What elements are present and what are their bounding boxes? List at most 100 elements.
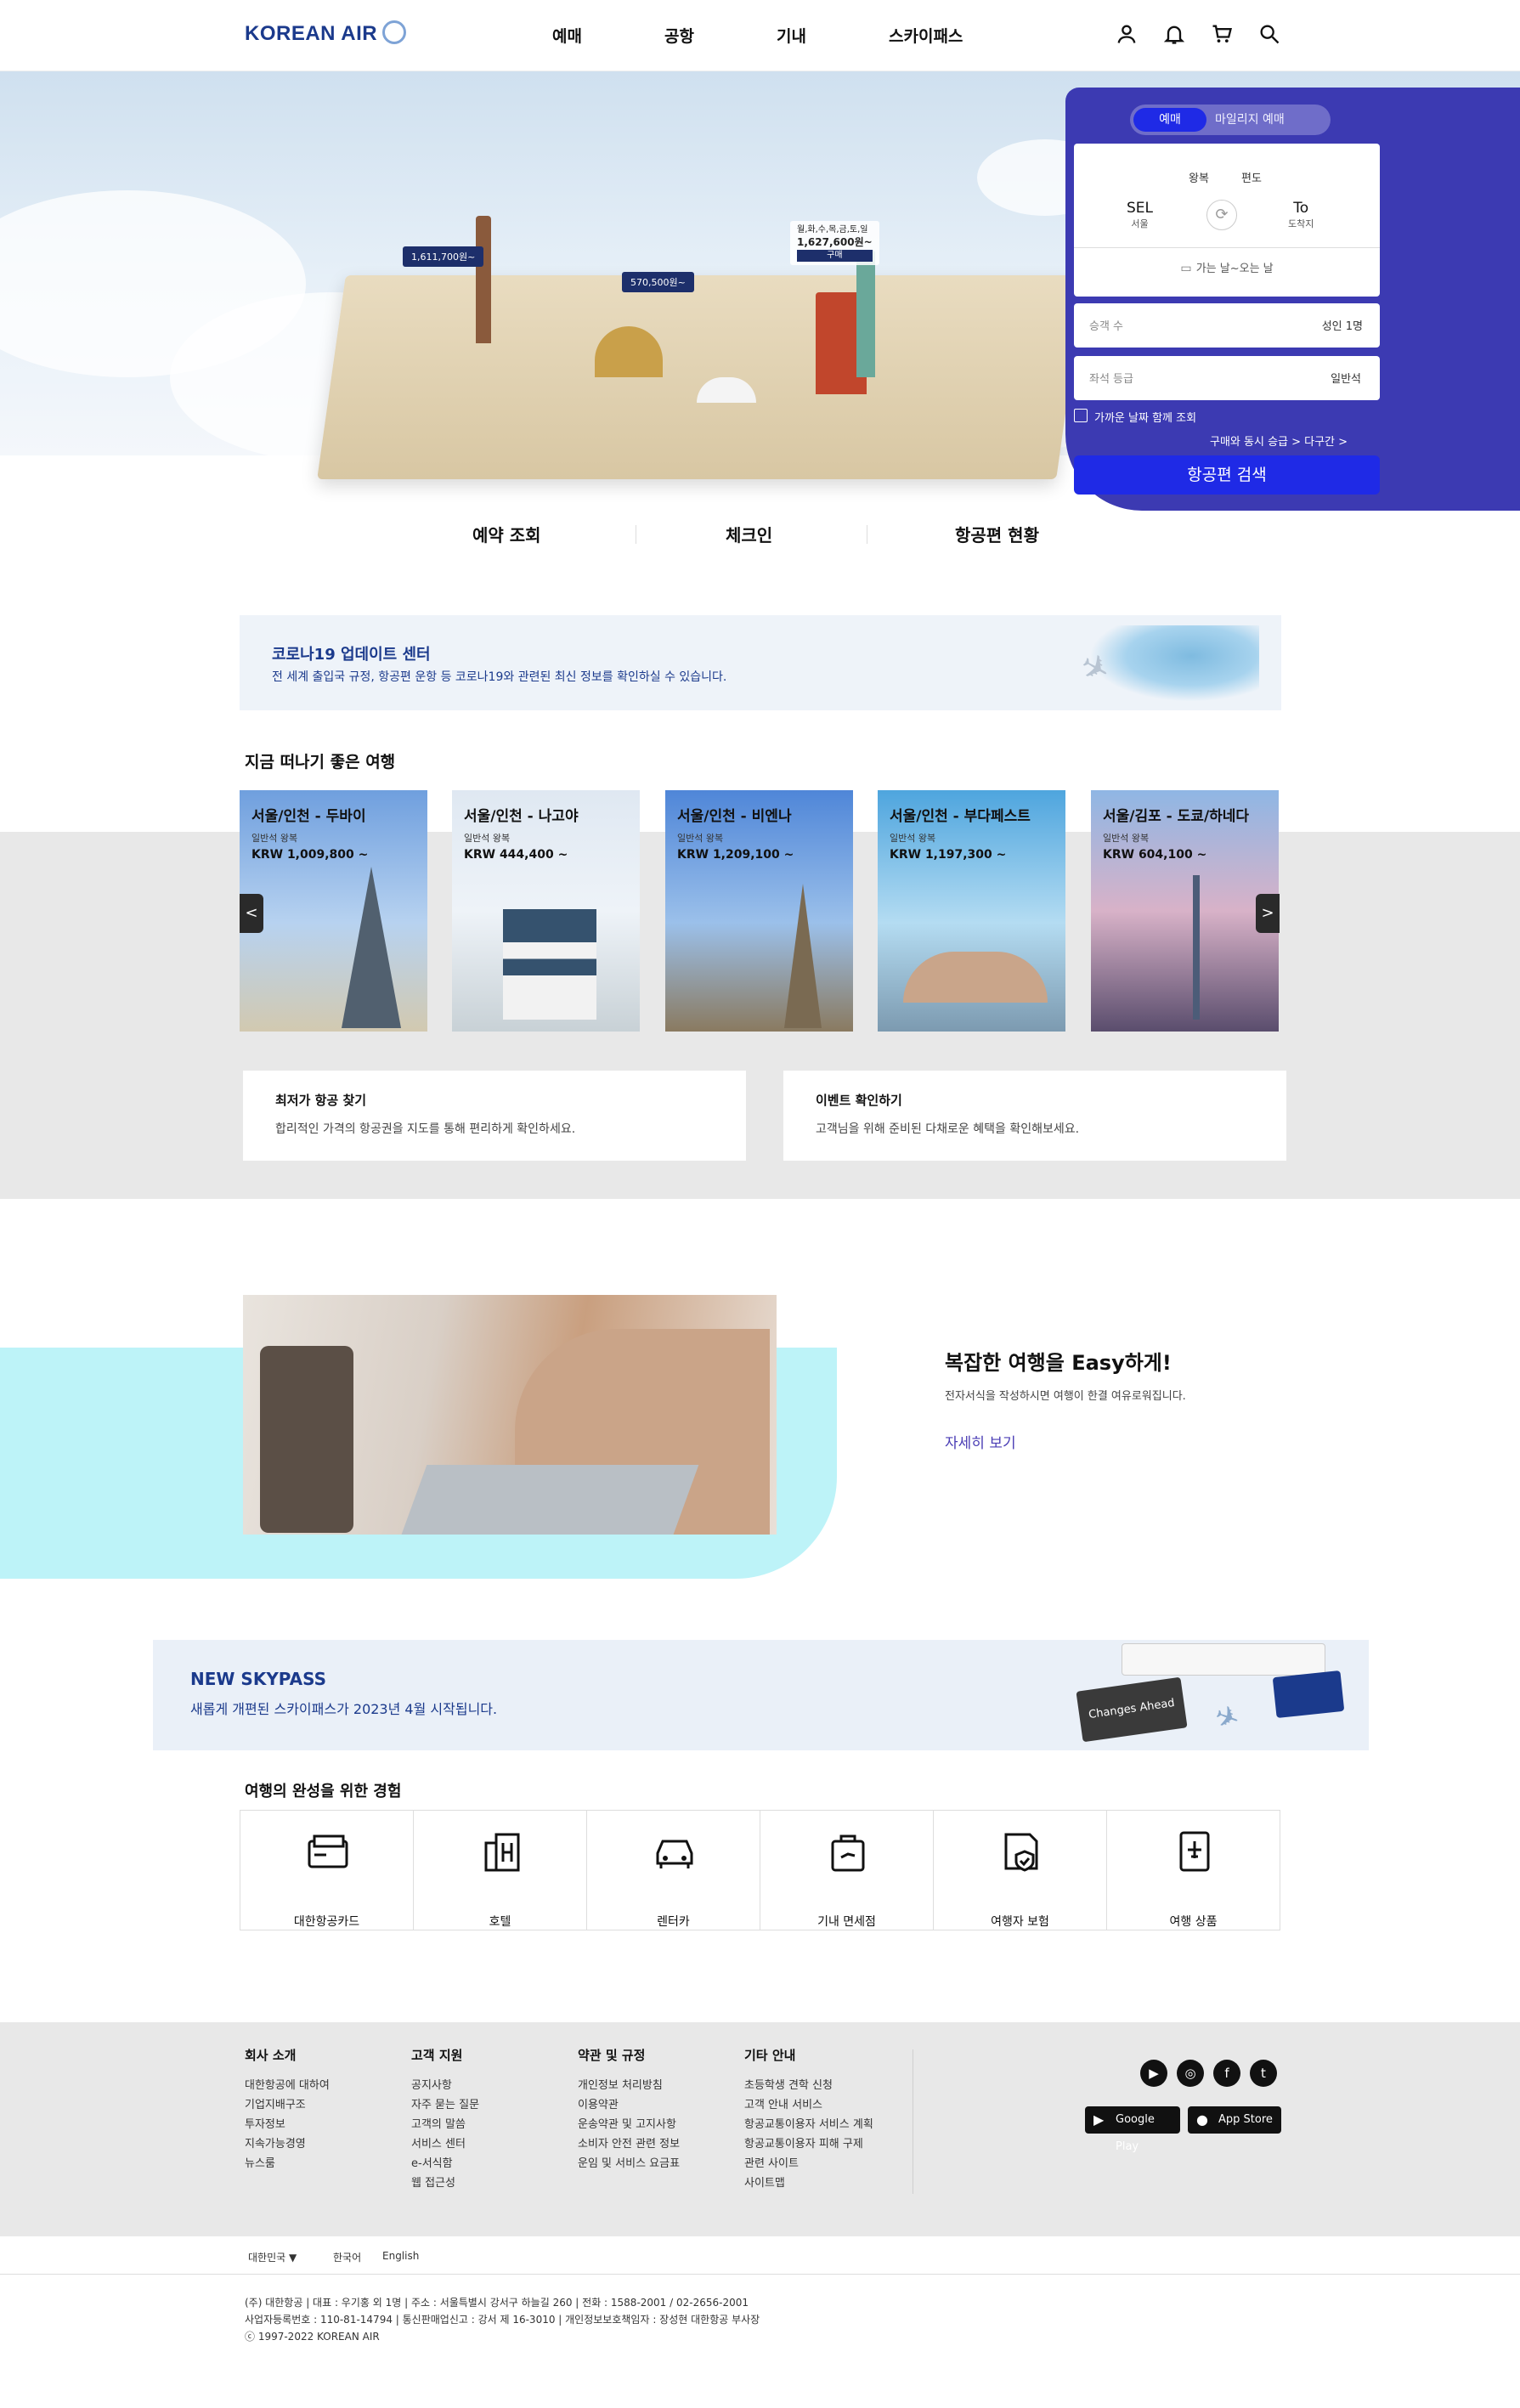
- footer-link[interactable]: 운송약관 및 고지사항: [578, 2115, 680, 2134]
- footer-link[interactable]: 투자정보: [245, 2115, 330, 2134]
- price-tag-india[interactable]: 570,500원~: [622, 272, 694, 292]
- travel-package-icon: [1179, 1831, 1210, 1872]
- footer-link[interactable]: 고객 안내 서비스: [744, 2095, 873, 2115]
- tab-booking[interactable]: 예매: [1133, 108, 1206, 132]
- credit-card-icon: [308, 1834, 348, 1868]
- passenger-field[interactable]: 승객 수 성인 1명: [1074, 303, 1380, 348]
- trips-heading: 지금 떠나기 좋은 여행: [245, 753, 396, 772]
- destination-selector[interactable]: To 도착지: [1288, 200, 1314, 230]
- trip-card-vienna[interactable]: 서울/인천 - 비엔나 일반석 왕복 KRW 1,209,100 ~: [665, 790, 853, 1032]
- experience-card[interactable]: 여행 상품: [1106, 1810, 1280, 1930]
- facebook-icon[interactable]: f: [1213, 2060, 1240, 2087]
- experience-card[interactable]: 여행자 보험: [933, 1810, 1107, 1930]
- footer-link[interactable]: 공지사항: [411, 2076, 479, 2095]
- footer-link[interactable]: 서비스 센터: [411, 2134, 479, 2154]
- company-info: (주) 대한항공 | 대표 : 우기홍 외 1명 | 주소 : 서울특별시 강서…: [245, 2297, 749, 2309]
- footer-link[interactable]: 기업지배구조: [245, 2095, 330, 2115]
- footer-link[interactable]: 초등학생 견학 신청: [744, 2076, 873, 2095]
- google-play-badge[interactable]: ▶ Google Play: [1085, 2106, 1180, 2153]
- user-icon[interactable]: [1115, 22, 1139, 46]
- nav-airport[interactable]: 공항: [664, 24, 694, 47]
- nav-booking[interactable]: 예매: [552, 24, 582, 47]
- nearby-dates-label: 가까운 날짜 함께 조회: [1094, 412, 1197, 425]
- region-selector[interactable]: 대한민국 ▼: [248, 2250, 297, 2264]
- car-icon: [656, 1840, 693, 1868]
- footer-link[interactable]: 운임 및 서비스 요금표: [578, 2154, 680, 2173]
- footer-link[interactable]: 사이트맵: [744, 2173, 873, 2193]
- flight-status-link[interactable]: 항공편 현황: [955, 522, 1039, 546]
- price-tag-paris[interactable]: 1,611,700원~: [403, 246, 484, 267]
- footer-link[interactable]: 개인정보 처리방침: [578, 2076, 680, 2095]
- carousel-next-button[interactable]: >: [1256, 894, 1280, 933]
- tab-mileage-booking[interactable]: 마일리지 예매: [1215, 108, 1285, 132]
- experience-card[interactable]: 기내 면세점: [760, 1810, 934, 1930]
- booking-type-toggle[interactable]: 예매 마일리지 예매: [1130, 105, 1331, 135]
- footer-col-other: 기타 안내 초등학생 견학 신청 고객 안내 서비스 항공교통이용자 서비스 계…: [744, 2046, 873, 2193]
- price-tag-buy-button[interactable]: 구매: [797, 250, 873, 262]
- calendar-icon: ▭: [1180, 262, 1192, 275]
- footer-link[interactable]: 자주 묻는 질문: [411, 2095, 479, 2115]
- taeguk-emblem-icon: [382, 20, 407, 44]
- search-flights-button[interactable]: 항공편 검색: [1074, 455, 1380, 495]
- cart-icon[interactable]: [1210, 22, 1234, 46]
- footer-col-terms: 약관 및 규정 개인정보 처리방침 이용약관 운송약관 및 고지사항 소비자 안…: [578, 2046, 680, 2173]
- events-box[interactable]: 이벤트 확인하기 고객님을 위해 준비된 다채로운 혜택을 확인해보세요.: [783, 1071, 1286, 1161]
- swap-route-icon[interactable]: ⟳: [1206, 200, 1237, 230]
- trip-card-nagoya[interactable]: 서울/인천 - 나고야 일반석 왕복 KRW 444,400 ~: [452, 790, 640, 1032]
- budapest-parliament-image: [903, 952, 1048, 1003]
- footer-link[interactable]: 지속가능경영: [245, 2134, 330, 2154]
- reservation-inquiry-link[interactable]: 예약 조회: [472, 522, 541, 546]
- lowest-fare-desc: 합리적인 가격의 항공권을 지도를 통해 편리하게 확인하세요.: [275, 1122, 576, 1136]
- nav-skypass[interactable]: 스카이패스: [889, 24, 963, 47]
- experience-card[interactable]: 대한항공카드: [240, 1810, 414, 1930]
- experience-card[interactable]: 호텔: [413, 1810, 587, 1930]
- experience-card[interactable]: 렌터카: [586, 1810, 760, 1930]
- twitter-icon[interactable]: t: [1250, 2060, 1277, 2087]
- covid-update-banner[interactable]: 코로나19 업데이트 센터 전 세계 출입국 규정, 항공편 운항 등 코로나1…: [240, 615, 1281, 710]
- nearby-dates-checkbox[interactable]: [1074, 409, 1088, 422]
- carousel-prev-button[interactable]: <: [240, 894, 263, 933]
- trip-card-dubai[interactable]: 서울/인천 - 두바이 일반석 왕복 KRW 1,009,800 ~: [240, 790, 427, 1032]
- footer-link[interactable]: e-서식함: [411, 2154, 479, 2173]
- trip-card-budapest[interactable]: 서울/인천 - 부다페스트 일반석 왕복 KRW 1,197,300 ~: [878, 790, 1065, 1032]
- footer-link[interactable]: 고객의 말씀: [411, 2115, 479, 2134]
- trip-type-roundtrip[interactable]: 왕복: [1189, 169, 1209, 185]
- footer-link[interactable]: 이용약관: [578, 2095, 680, 2115]
- footer-link[interactable]: 뉴스룸: [245, 2154, 330, 2173]
- footer-link[interactable]: 소비자 안전 관련 정보: [578, 2134, 680, 2154]
- date-picker[interactable]: ▭ 가는 날~오는 날: [1074, 259, 1380, 275]
- korean-air-logo[interactable]: KOREAN AIR: [245, 20, 407, 47]
- lowest-fare-box[interactable]: 최저가 항공 찾기 합리적인 가격의 항공권을 지도를 통해 편리하게 확인하세…: [243, 1071, 746, 1161]
- language-english[interactable]: English: [382, 2250, 419, 2262]
- footer-link[interactable]: 대한항공에 대하여: [245, 2076, 330, 2095]
- bell-icon[interactable]: [1162, 22, 1186, 46]
- trip-card-tokyo[interactable]: 서울/김포 - 도쿄/하네다 일반석 왕복 KRW 604,100 ~: [1091, 790, 1279, 1032]
- experience-label: 여행자 보험: [991, 1915, 1049, 1929]
- language-korean[interactable]: 한국어: [333, 2250, 361, 2264]
- keyboard-image: [1122, 1643, 1325, 1676]
- origin-selector[interactable]: SEL 서울: [1127, 200, 1153, 230]
- app-store-badge[interactable]: ● App Store: [1188, 2106, 1281, 2134]
- footer-link[interactable]: 항공교통이용자 서비스 계획: [744, 2115, 873, 2134]
- trip-type-oneway[interactable]: 편도: [1241, 169, 1262, 185]
- hotel-icon: [484, 1833, 520, 1872]
- price-tag-caption: 월,화,수,목,금,토,일: [797, 225, 868, 235]
- search-icon[interactable]: [1257, 22, 1281, 46]
- price-tag-newyork[interactable]: 월,화,수,목,금,토,일 1,627,600원~ 구매: [790, 221, 879, 265]
- origin-city: 서울: [1131, 218, 1149, 229]
- nav-inflight[interactable]: 기내: [777, 24, 806, 47]
- upgrade-multicity-links[interactable]: 구매와 동시 승급 > 다구간 >: [1210, 432, 1348, 449]
- check-in-link[interactable]: 체크인: [726, 522, 772, 546]
- footer-link[interactable]: 웹 접근성: [411, 2173, 479, 2193]
- instagram-icon[interactable]: ◎: [1177, 2060, 1204, 2087]
- seat-class-value: 일반석: [1331, 373, 1361, 386]
- skypass-banner[interactable]: NEW SKYPASS 새롭게 개편된 스카이패스가 2023년 4월 시작됩니…: [153, 1640, 1369, 1750]
- seat-class-label: 좌석 등급: [1089, 373, 1133, 386]
- footer-link[interactable]: 관련 사이트: [744, 2154, 873, 2173]
- seat-class-field[interactable]: 좌석 등급 일반석: [1074, 356, 1380, 400]
- easy-description: 전자서식을 작성하시면 여행이 한결 여유로워집니다.: [945, 1390, 1186, 1403]
- apple-icon: ●: [1196, 2111, 1208, 2128]
- youtube-icon[interactable]: ▶: [1140, 2060, 1167, 2087]
- easy-more-link[interactable]: 자세히 보기: [945, 1431, 1016, 1452]
- footer-link[interactable]: 항공교통이용자 피해 구제: [744, 2134, 873, 2154]
